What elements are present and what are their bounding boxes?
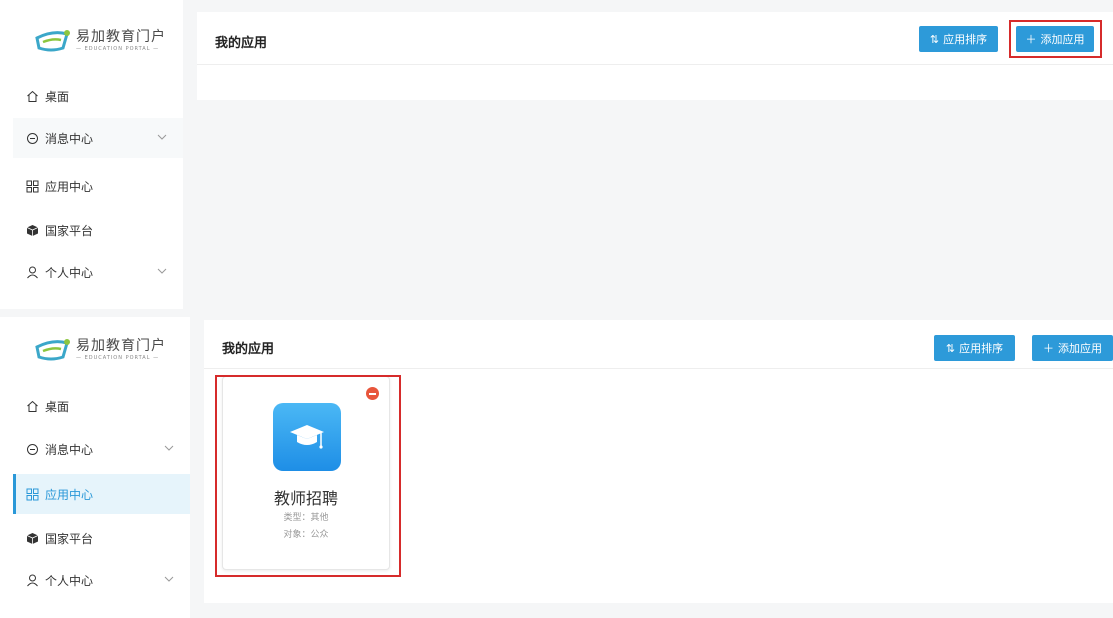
sidebar-item-label: 消息中心 <box>45 442 94 457</box>
apps-content-area <box>197 65 1113 100</box>
sidebar-item-national-platform[interactable]: 国家平台 <box>13 518 190 558</box>
sidebar-item-label: 国家平台 <box>45 223 94 238</box>
screenshot-panel-before: 易加教育门户 — EDUCATION PORTAL — 桌面 消息中心 应用中心 <box>0 0 1113 309</box>
highlight-box <box>215 375 401 577</box>
sidebar-item-label: 桌面 <box>45 89 70 104</box>
sidebar-item-label: 国家平台 <box>45 531 94 546</box>
sort-apps-label: 应用排序 <box>943 33 988 46</box>
logo-title: 易加教育门户 <box>76 29 166 45</box>
sidebar-item-messages[interactable]: 消息中心 <box>13 429 190 469</box>
user-icon <box>25 573 39 587</box>
logo-subtitle: — EDUCATION PORTAL — <box>76 355 160 361</box>
sidebar-item-label: 应用中心 <box>45 179 94 194</box>
cube-icon <box>25 223 39 237</box>
logo-subtitle: — EDUCATION PORTAL — <box>76 46 160 52</box>
cube-icon <box>25 531 39 545</box>
chevron-down-icon <box>164 445 174 451</box>
logo-title: 易加教育门户 <box>76 338 166 354</box>
page-title: 我的应用 <box>215 36 268 51</box>
home-icon <box>25 89 39 103</box>
grid-icon <box>25 179 39 193</box>
main-header: 我的应用 ⇅ 应用排序 ＋ 添加应用 <box>197 12 1113 65</box>
logo[interactable]: 易加教育门户 — EDUCATION PORTAL — <box>33 25 166 57</box>
logo-mark-icon <box>35 339 70 361</box>
sort-icon: ⇅ <box>929 32 940 46</box>
plus-icon: ＋ <box>1043 342 1054 355</box>
add-app-button[interactable]: ＋ 添加应用 <box>1032 335 1113 361</box>
sidebar-item-label: 消息中心 <box>45 131 94 146</box>
sort-apps-button[interactable]: ⇅ 应用排序 <box>919 26 998 52</box>
sidebar-item-national-platform[interactable]: 国家平台 <box>13 210 183 250</box>
add-app-label: 添加应用 <box>1058 342 1102 355</box>
message-icon <box>25 442 39 456</box>
sort-apps-button[interactable]: ⇅ 应用排序 <box>934 335 1015 361</box>
sidebar-item-label: 桌面 <box>45 399 70 414</box>
sidebar-item-personal-center[interactable]: 个人中心 <box>13 252 183 292</box>
sidebar-item-app-center[interactable]: 应用中心 <box>13 474 190 514</box>
highlight-box <box>1009 20 1102 58</box>
background <box>183 0 1113 12</box>
user-icon <box>25 265 39 279</box>
page-title: 我的应用 <box>222 342 275 357</box>
sidebar-item-app-center[interactable]: 应用中心 <box>13 166 183 206</box>
main-header: 我的应用 ⇅ 应用排序 ＋ 添加应用 <box>204 320 1113 369</box>
sidebar-item-messages[interactable]: 消息中心 <box>13 118 183 158</box>
empty-content-area <box>183 100 1113 309</box>
grid-icon <box>25 487 39 501</box>
sort-apps-label: 应用排序 <box>959 342 1004 355</box>
chevron-down-icon <box>157 134 167 140</box>
sort-icon: ⇅ <box>945 341 956 355</box>
chevron-down-icon <box>157 268 167 274</box>
sidebar: 易加教育门户 — EDUCATION PORTAL — 桌面 消息中心 应用中心 <box>13 12 183 302</box>
logo-mark-icon <box>35 30 70 52</box>
home-icon <box>25 399 39 413</box>
sidebar-item-desktop[interactable]: 桌面 <box>13 386 190 426</box>
sidebar-item-personal-center[interactable]: 个人中心 <box>13 560 190 600</box>
sidebar-item-label: 应用中心 <box>45 487 94 502</box>
sidebar-item-label: 个人中心 <box>45 265 94 280</box>
background <box>183 12 197 100</box>
sidebar: 易加教育门户 — EDUCATION PORTAL — 桌面 消息中心 应用中心 <box>13 317 190 618</box>
sidebar-item-desktop[interactable]: 桌面 <box>13 76 183 116</box>
sidebar-item-label: 个人中心 <box>45 573 94 588</box>
message-icon <box>25 131 39 145</box>
screenshot-panel-after: 易加教育门户 — EDUCATION PORTAL — 桌面 消息中心 应用中心 <box>0 309 1113 618</box>
chevron-down-icon <box>164 576 174 582</box>
logo[interactable]: 易加教育门户 — EDUCATION PORTAL — <box>33 334 166 366</box>
